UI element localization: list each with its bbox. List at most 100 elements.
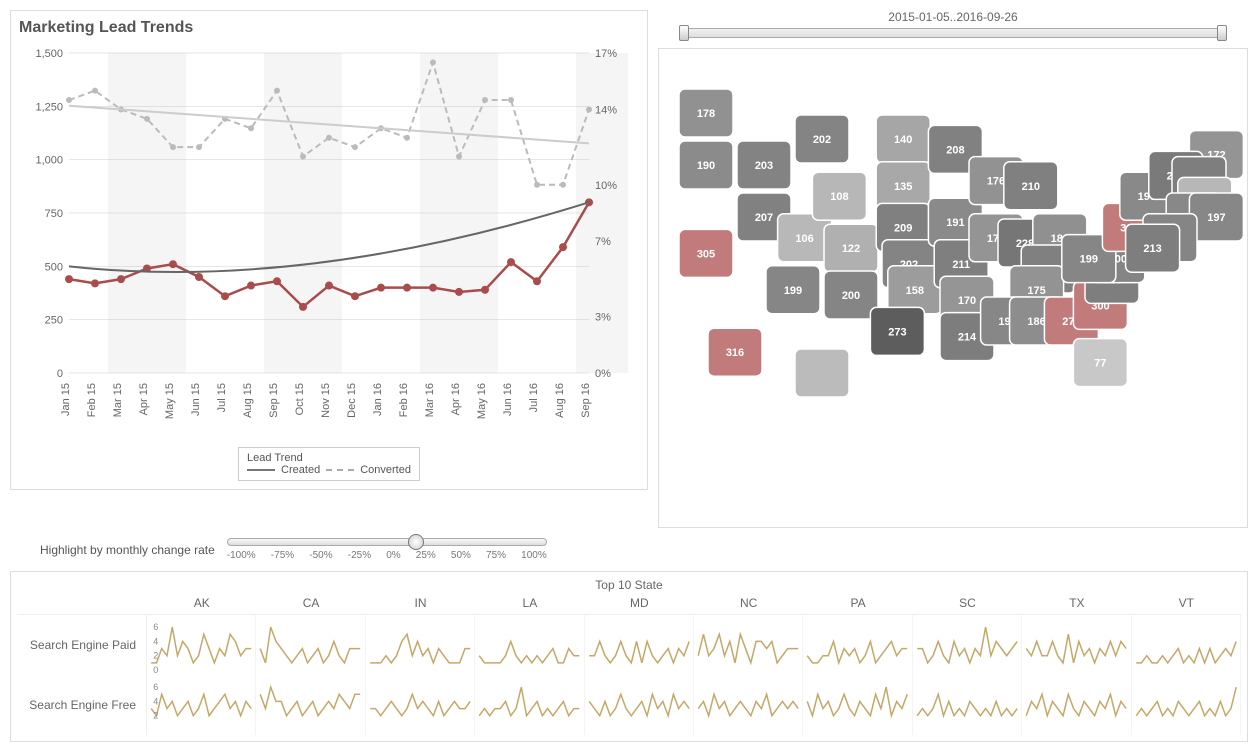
spark-cell[interactable]: [1132, 675, 1241, 735]
svg-text:750: 750: [45, 208, 63, 220]
spark-cell[interactable]: [803, 675, 912, 735]
svg-text:14%: 14%: [595, 104, 617, 116]
svg-text:186: 186: [1027, 316, 1045, 328]
spark-cell[interactable]: 2 4 6: [147, 675, 256, 735]
svg-text:0: 0: [153, 665, 158, 675]
svg-text:Dec 15: Dec 15: [346, 383, 358, 418]
spark-cell[interactable]: [1132, 615, 1241, 675]
svg-text:273: 273: [888, 326, 906, 338]
svg-text:178: 178: [697, 108, 715, 120]
spark-col-sc: SC: [913, 592, 1022, 615]
svg-text:Jul 16: Jul 16: [528, 383, 540, 412]
spark-cell[interactable]: [585, 615, 694, 675]
svg-text:176: 176: [987, 176, 1005, 188]
svg-text:208: 208: [946, 144, 964, 156]
svg-text:17%: 17%: [595, 48, 617, 60]
svg-text:Jun 16: Jun 16: [502, 383, 514, 416]
spark-cell[interactable]: [256, 675, 365, 735]
svg-text:Sep 15: Sep 15: [268, 383, 280, 418]
svg-text:1,000: 1,000: [35, 155, 63, 167]
svg-text:191: 191: [946, 217, 964, 229]
sparkline-panel: Top 10 State AKCAINLAMDNCPASCTXVTSearch …: [10, 571, 1248, 742]
spark-col-tx: TX: [1022, 592, 1131, 615]
lead-trends-chart[interactable]: 02505007501,0001,2501,5000%3%7%10%14%17%…: [19, 43, 639, 443]
legend-item-created: Created: [281, 464, 320, 476]
spark-cell[interactable]: [803, 615, 912, 675]
svg-text:108: 108: [830, 191, 848, 203]
spark-cell[interactable]: 0246: [147, 615, 256, 675]
svg-text:170: 170: [958, 295, 976, 307]
svg-text:199: 199: [1080, 254, 1098, 266]
svg-text:Mar 16: Mar 16: [424, 383, 436, 417]
spark-cell[interactable]: [475, 675, 584, 735]
spark-col-la: LA: [475, 592, 584, 615]
svg-text:6: 6: [153, 622, 158, 632]
svg-text:0: 0: [57, 368, 63, 380]
svg-text:Feb 15: Feb 15: [86, 383, 98, 417]
svg-text:158: 158: [906, 285, 924, 297]
spark-col-pa: PA: [803, 592, 912, 615]
spark-col-nc: NC: [694, 592, 803, 615]
date-slider-handle-left[interactable]: [679, 25, 689, 41]
date-slider-handle-right[interactable]: [1217, 25, 1227, 41]
svg-text:2: 2: [153, 651, 158, 661]
svg-text:Sep 16: Sep 16: [580, 383, 592, 418]
highlight-tick: -50%: [309, 550, 332, 561]
svg-text:Apr 15: Apr 15: [138, 383, 150, 415]
svg-text:77: 77: [1094, 358, 1106, 370]
legend: Lead Trend Created Converted: [238, 447, 420, 481]
sparkline-title: Top 10 State: [17, 578, 1241, 592]
spark-cell[interactable]: [694, 615, 803, 675]
spark-cell[interactable]: [1022, 675, 1131, 735]
svg-text:Mar 15: Mar 15: [112, 383, 124, 417]
svg-text:214: 214: [958, 332, 977, 344]
spark-col-in: IN: [366, 592, 475, 615]
svg-text:7%: 7%: [595, 236, 611, 248]
spark-cell[interactable]: [913, 675, 1022, 735]
spark-cell[interactable]: [366, 615, 475, 675]
date-range-label: 2015-01-05..2016-09-26: [888, 10, 1017, 24]
map-column: 2015-01-05..2016-09-26 17819030520720320…: [658, 10, 1248, 528]
spark-col-ca: CA: [256, 592, 365, 615]
spark-cell[interactable]: [585, 675, 694, 735]
svg-text:500: 500: [45, 261, 63, 273]
svg-text:135: 135: [894, 181, 912, 193]
svg-text:4: 4: [153, 696, 158, 706]
svg-text:Jan 16: Jan 16: [372, 383, 384, 416]
highlight-tick: -75%: [271, 550, 294, 561]
spark-cell[interactable]: [256, 615, 365, 675]
spark-col-ak: AK: [147, 592, 256, 615]
svg-text:0%: 0%: [595, 368, 611, 380]
highlight-handle[interactable]: [408, 534, 424, 550]
svg-text:210: 210: [1022, 181, 1040, 193]
svg-text:140: 140: [894, 134, 912, 146]
highlight-track[interactable]: [227, 538, 547, 546]
spark-cell[interactable]: [694, 675, 803, 735]
svg-text:2: 2: [153, 711, 158, 721]
legend-swatch-converted: [326, 469, 354, 471]
highlight-tick: 0%: [386, 550, 400, 561]
spark-cell[interactable]: [366, 675, 475, 735]
svg-text:1,500: 1,500: [35, 48, 63, 60]
state-hi[interactable]: [795, 349, 849, 397]
date-slider-track[interactable]: [683, 28, 1223, 38]
svg-text:Feb 16: Feb 16: [398, 383, 410, 417]
highlight-slider[interactable]: -100%-75%-50%-25%0%25%50%75%100%: [227, 538, 547, 561]
svg-text:197: 197: [1207, 212, 1225, 224]
us-map[interactable]: 1781903052072032021061991081222001401352…: [659, 49, 1247, 479]
svg-text:211: 211: [952, 259, 970, 271]
svg-text:6: 6: [153, 682, 158, 692]
svg-text:213: 213: [1143, 243, 1161, 255]
svg-text:Jan 15: Jan 15: [60, 383, 72, 416]
svg-text:209: 209: [894, 222, 912, 234]
spark-cell[interactable]: [1022, 615, 1131, 675]
svg-text:250: 250: [45, 315, 63, 327]
svg-text:Jul 15: Jul 15: [216, 383, 228, 412]
spark-cell[interactable]: [913, 615, 1022, 675]
svg-text:Aug 15: Aug 15: [242, 383, 254, 418]
legend-title: Lead Trend: [247, 452, 411, 464]
sparkline-grid: AKCAINLAMDNCPASCTXVTSearch Engine Paid02…: [17, 592, 1241, 735]
highlight-tick: 75%: [486, 550, 506, 561]
spark-cell[interactable]: [475, 615, 584, 675]
highlight-ticks: -100%-75%-50%-25%0%25%50%75%100%: [227, 550, 547, 561]
